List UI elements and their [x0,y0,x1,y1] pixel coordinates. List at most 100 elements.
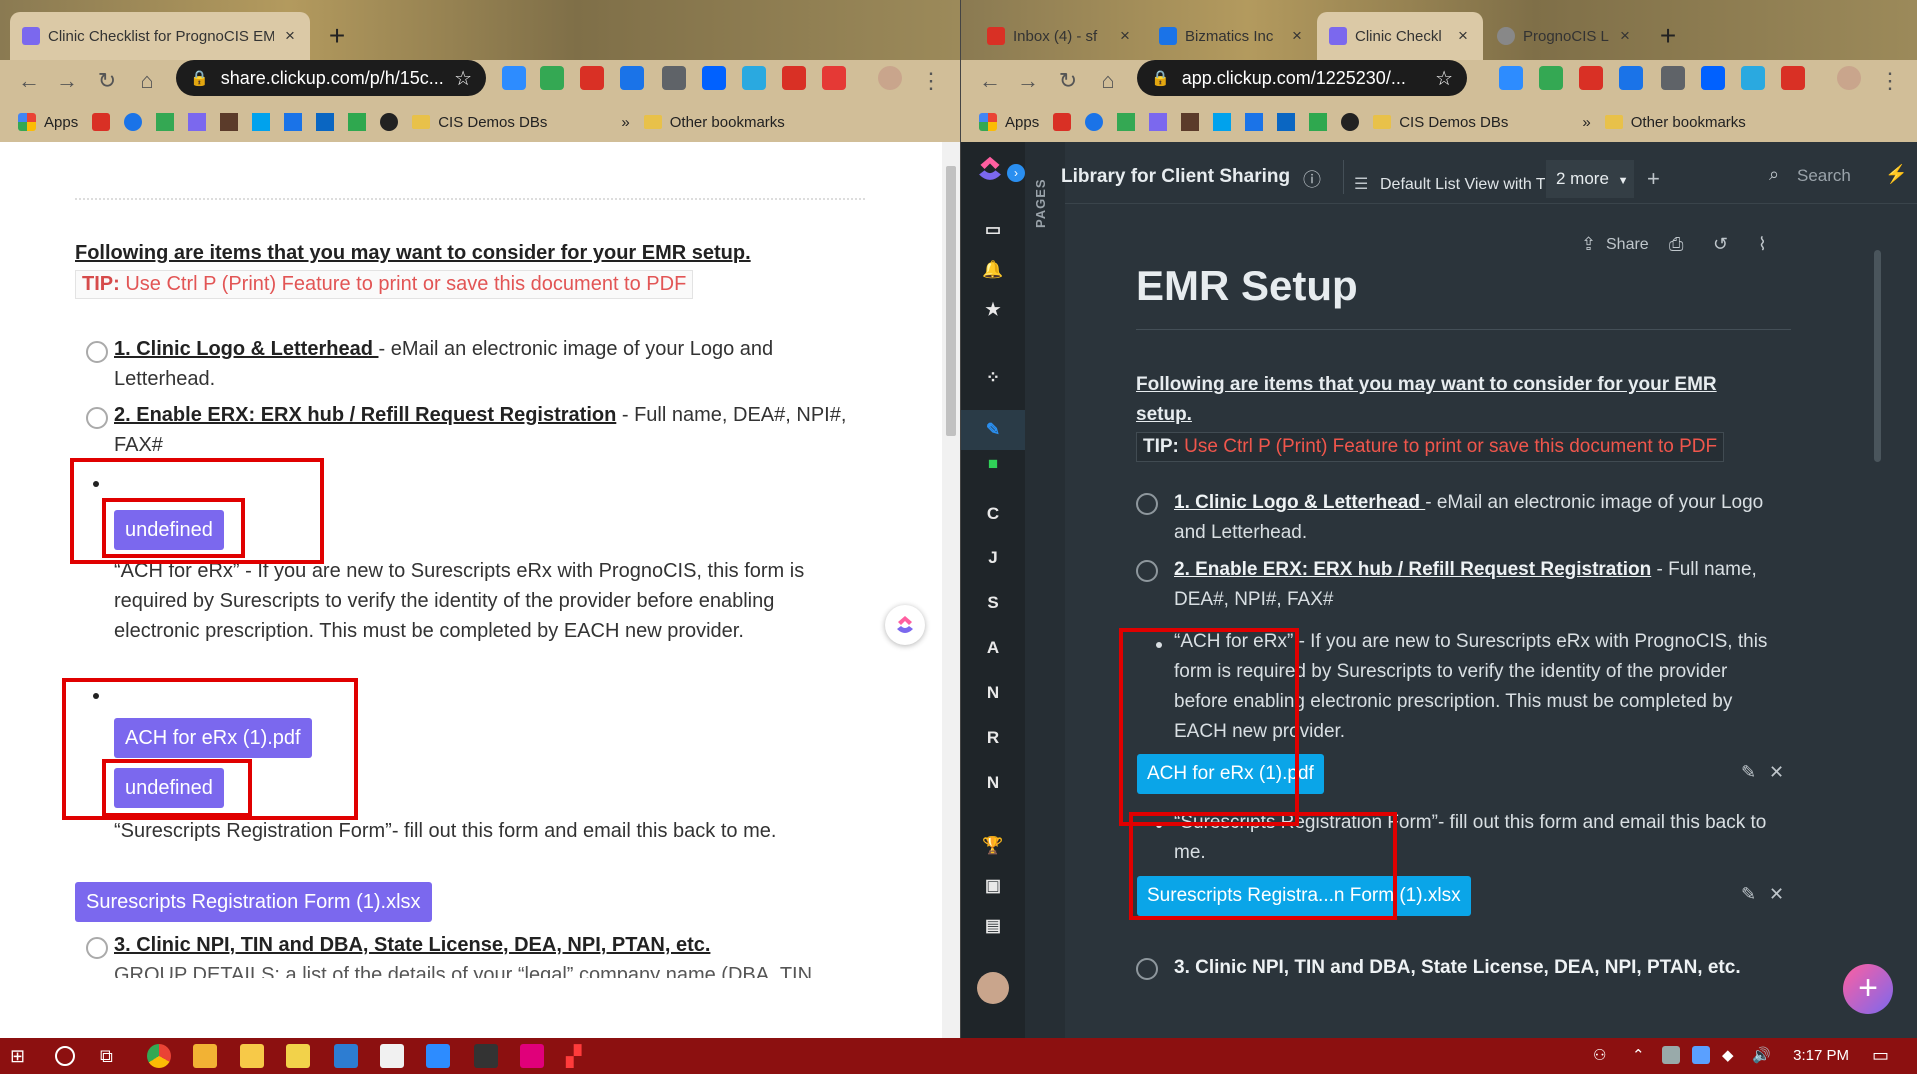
space-r[interactable]: R [961,728,1025,748]
notes-taskbar-icon[interactable] [286,1044,310,1068]
bookmark-icon[interactable] [124,113,143,131]
lightning-icon[interactable]: ⚡ [1885,164,1907,185]
search-input[interactable]: Search [1797,166,1851,186]
tab-bizmatics[interactable]: Bizmatics Inc × [1147,12,1317,60]
search-circle-icon[interactable] [55,1046,75,1066]
bookmark-icon[interactable] [1181,113,1200,131]
tray-chevron-up-icon[interactable]: ⌃ [1632,1046,1645,1064]
back-arrow-icon[interactable]: ← [14,66,44,96]
toggl-extension-icon[interactable] [662,66,686,90]
edit-pencil-icon[interactable]: ✎ [1741,884,1756,905]
app-taskbar-icon[interactable] [520,1044,544,1068]
favorites-star-icon[interactable]: ★ [961,300,1025,320]
new-tab-button[interactable]: + [320,20,354,54]
share-icon[interactable]: ⇪ [1581,234,1596,255]
docs-icon[interactable]: ✎ [961,410,1025,450]
task-view-icon[interactable]: ⧉ [100,1046,113,1067]
quick-create-plus-button[interactable]: + [1843,964,1893,1014]
forward-arrow-icon[interactable]: → [1013,66,1043,96]
dropbox-extension-icon[interactable] [702,66,726,90]
file-taskbar-icon[interactable] [380,1044,404,1068]
workspace-title[interactable]: Library for Client Sharing [1061,166,1290,188]
scrollbar[interactable] [942,142,960,1038]
bookmark-star-icon[interactable]: ☆ [1435,66,1453,91]
trophy-icon[interactable]: 🏆 [961,836,1025,856]
checkbox-item-2[interactable] [86,407,108,429]
bookmark-icon[interactable] [348,113,367,131]
bookmark-icon[interactable] [1341,113,1360,131]
tab-clinic-checklist[interactable]: Clinic Checklist for PrognoCIS EM × [10,12,310,60]
briefcase-icon[interactable]: ▣ [961,876,1025,896]
edit-pencil-icon[interactable]: ✎ [1741,762,1756,783]
tab-clinic-checklist[interactable]: Clinic Checkl × [1317,12,1483,60]
tab-close-icon[interactable]: × [1455,26,1471,46]
doc-title[interactable]: EMR Setup [1136,262,1358,310]
store-taskbar-icon[interactable] [193,1044,217,1068]
space-n[interactable]: N [961,683,1025,703]
bookmark-icon[interactable] [220,113,239,131]
clickup-logo-icon[interactable] [885,605,925,645]
mail-extension-icon[interactable] [1781,66,1805,90]
new-tab-button[interactable]: + [1651,20,1685,54]
space-s[interactable]: S [961,593,1025,613]
add-view-plus-icon[interactable]: + [1647,166,1660,192]
extension-icon[interactable] [1741,66,1765,90]
tab-prognocis[interactable]: PrognoCIS L × [1485,12,1645,60]
scrollbar-thumb[interactable] [946,166,956,436]
remove-x-icon[interactable]: ✕ [1769,762,1784,783]
zoom-taskbar-icon[interactable] [426,1044,450,1068]
clickup-bookmark-icon[interactable] [188,113,207,131]
share-button[interactable]: Share [1606,236,1649,254]
home-icon[interactable]: ⌂ [132,66,162,96]
calendar-bookmark-icon[interactable] [1245,113,1264,131]
chrome-taskbar-icon[interactable] [147,1044,171,1068]
profile-avatar[interactable] [878,66,902,90]
search-icon[interactable]: ⌕ [1769,164,1779,185]
drive-bookmark-icon[interactable] [156,113,175,131]
space-j[interactable]: J [961,548,1025,568]
dropbox-tray-icon[interactable]: ◆ [1722,1046,1734,1064]
reload-icon[interactable]: ↻ [92,66,122,96]
bookmark-icon[interactable] [1213,113,1232,131]
checkbox-item-1[interactable] [86,341,108,363]
user-avatar[interactable] [977,972,1009,1004]
space-n2[interactable]: N [961,773,1025,793]
checkbox-item-1[interactable] [1136,493,1158,515]
drive-extension-icon[interactable] [1539,66,1563,90]
gmail-extension-icon[interactable] [580,66,604,90]
bookmark-icon[interactable] [252,113,271,131]
bookmark-icon[interactable] [380,113,399,131]
print-icon[interactable]: ⎙ [1669,234,1683,255]
gmail-bookmark-icon[interactable] [1053,113,1072,131]
bookmarks-overflow-icon[interactable]: » [621,114,629,131]
pages-sidebar-toggle[interactable]: PAGES [1025,142,1065,1038]
zoom-extension-icon[interactable] [502,66,526,90]
gmail-bookmark-icon[interactable] [92,113,111,131]
app-taskbar-icon[interactable] [334,1044,358,1068]
reload-icon[interactable]: ↻ [1053,66,1083,96]
forward-arrow-icon[interactable]: → [52,66,82,96]
app-taskbar-icon[interactable] [474,1044,498,1068]
clickup-bookmark-icon[interactable] [1149,113,1168,131]
inbox-icon[interactable]: ▭ [961,220,1025,240]
gmail-extension-icon[interactable] [1579,66,1603,90]
tab-close-icon[interactable]: × [1117,26,1133,46]
action-center-icon[interactable]: ▭ [1872,1045,1889,1066]
clickup-logo-icon[interactable] [975,154,1005,184]
tray-app-icon[interactable] [1662,1046,1680,1064]
checkbox-item-3[interactable] [86,937,108,959]
history-icon[interactable]: ↺ [1713,234,1728,255]
scrollbar-thumb[interactable] [1874,250,1881,462]
attachment-paperclip-icon[interactable]: ⌇ [1758,234,1767,255]
back-arrow-icon[interactable]: ← [975,66,1005,96]
drive-extension-icon[interactable] [540,66,564,90]
tray-app-icon[interactable] [1692,1046,1710,1064]
address-bar[interactable]: 🔒 share.clickup.com/p/h/15c... ☆ [176,60,486,96]
remove-x-icon[interactable]: ✕ [1769,884,1784,905]
tab-close-icon[interactable]: × [1617,26,1633,46]
bookmarks-overflow-icon[interactable]: » [1582,114,1590,131]
more-views-dropdown[interactable]: 2 more ▼ [1546,160,1634,198]
space-c[interactable]: C [961,504,1025,524]
address-bar[interactable]: 🔒 app.clickup.com/1225230/... ☆ [1137,60,1467,96]
home-icon[interactable]: ⌂ [1093,66,1123,96]
